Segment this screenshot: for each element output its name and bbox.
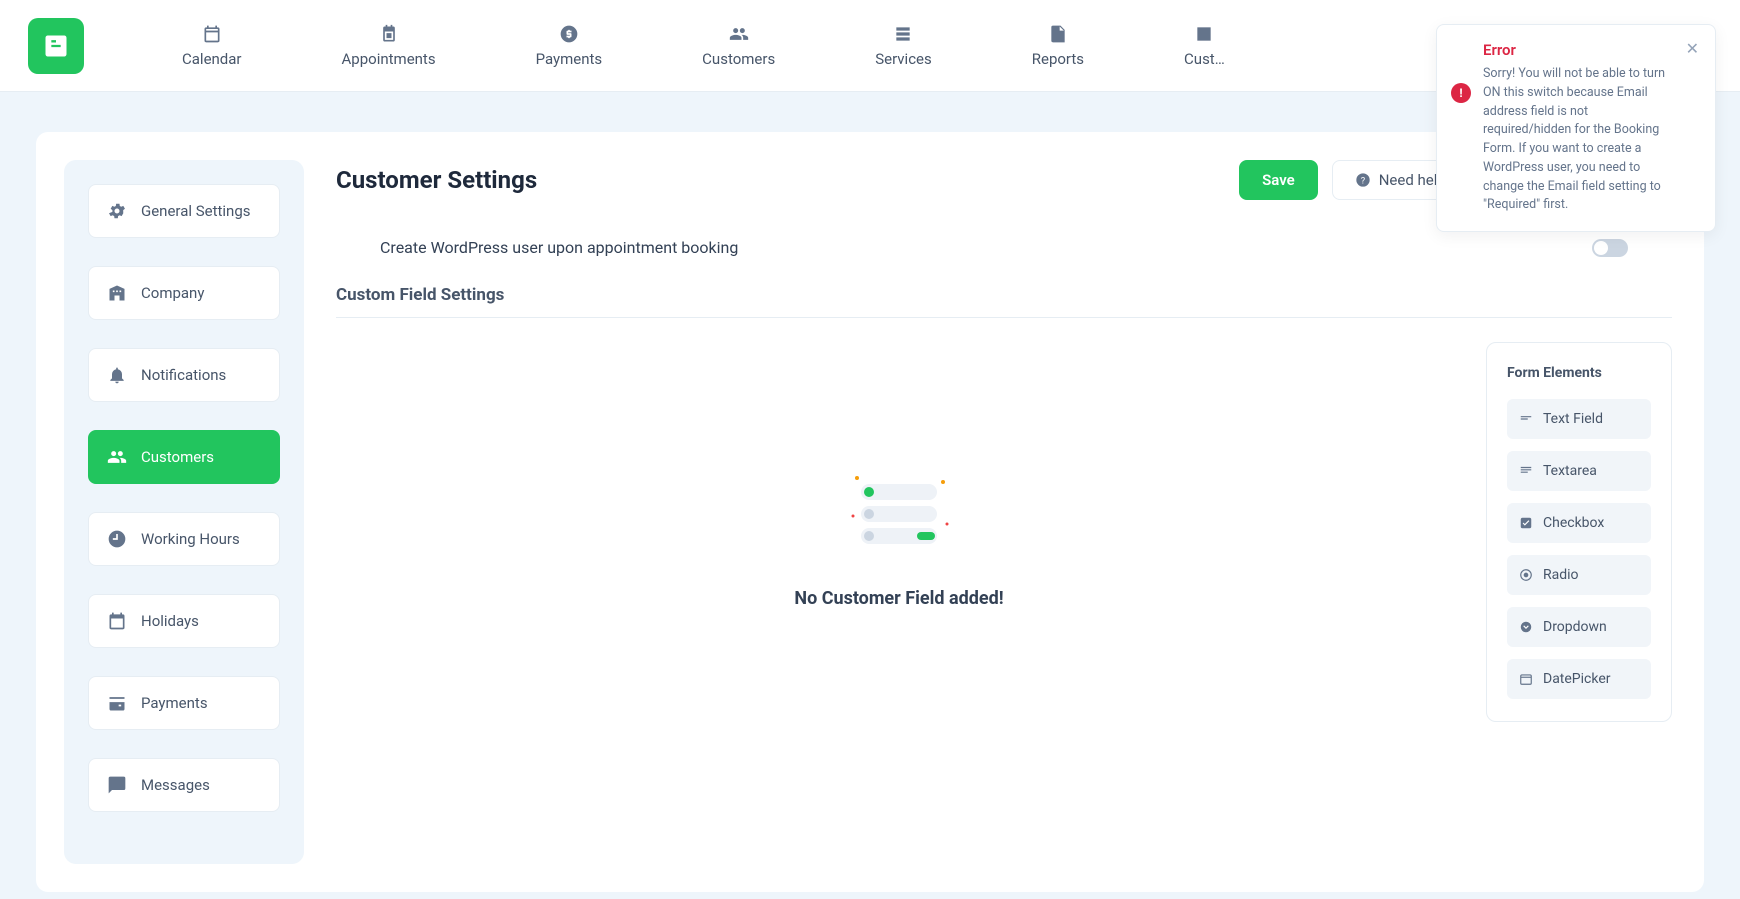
sidebar-item-label: Company bbox=[141, 284, 204, 302]
nav-customers[interactable]: Customers bbox=[702, 24, 775, 68]
holiday-icon bbox=[107, 611, 127, 631]
clock-icon bbox=[107, 529, 127, 549]
page-title: Customer Settings bbox=[336, 166, 537, 194]
fe-label: DatePicker bbox=[1543, 671, 1611, 687]
sidebar-item-company[interactable]: Company bbox=[88, 266, 280, 320]
sidebar-item-messages[interactable]: Messages bbox=[88, 758, 280, 812]
sidebar-item-customers[interactable]: Customers bbox=[88, 430, 280, 484]
event-icon bbox=[379, 24, 399, 44]
sidebar-item-label: Messages bbox=[141, 776, 210, 794]
form-elements-title: Form Elements bbox=[1507, 365, 1651, 381]
sidebar-item-label: General Settings bbox=[141, 202, 251, 220]
sidebar-item-notifications[interactable]: Notifications bbox=[88, 348, 280, 402]
sidebar-item-label: Notifications bbox=[141, 366, 226, 384]
nav-label: Appointments bbox=[342, 50, 436, 68]
form-element-text-field[interactable]: Text Field bbox=[1507, 399, 1651, 439]
textarea-icon bbox=[1519, 464, 1533, 478]
services-icon bbox=[893, 24, 913, 44]
logo-icon bbox=[42, 32, 70, 60]
toast-close-button[interactable]: ✕ bbox=[1686, 41, 1699, 215]
fe-label: Dropdown bbox=[1543, 619, 1607, 635]
datepicker-icon bbox=[1519, 672, 1533, 686]
setting-label: Create WordPress user upon appointment b… bbox=[380, 238, 738, 257]
empty-text: No Customer Field added! bbox=[794, 588, 1003, 609]
fe-label: Text Field bbox=[1543, 411, 1603, 427]
nav-calendar[interactable]: Calendar bbox=[182, 24, 242, 68]
message-icon bbox=[107, 775, 127, 795]
setting-create-wp-user: Create WordPress user upon appointment b… bbox=[336, 228, 1672, 285]
settings-sidebar: General Settings Company Notifications C… bbox=[64, 160, 304, 864]
sidebar-item-general-settings[interactable]: General Settings bbox=[88, 184, 280, 238]
form-elements-panel: Form Elements Text Field Textarea Checkb… bbox=[1486, 342, 1672, 722]
wallet-icon bbox=[107, 693, 127, 713]
form-element-checkbox[interactable]: Checkbox bbox=[1507, 503, 1651, 543]
error-icon: ! bbox=[1451, 83, 1471, 103]
nav-label: Reports bbox=[1032, 50, 1084, 68]
help-icon: ? bbox=[1355, 172, 1371, 188]
fe-label: Textarea bbox=[1543, 463, 1597, 479]
more-icon bbox=[1194, 24, 1214, 44]
nav-payments[interactable]: Payments bbox=[536, 24, 603, 68]
error-toast: ! Error Sorry! You will not be able to t… bbox=[1436, 24, 1716, 232]
radio-icon bbox=[1519, 568, 1533, 582]
checkbox-icon bbox=[1519, 516, 1533, 530]
sidebar-item-payments[interactable]: Payments bbox=[88, 676, 280, 730]
nav-label: Services bbox=[875, 50, 932, 68]
save-button[interactable]: Save bbox=[1239, 160, 1318, 200]
form-element-radio[interactable]: Radio bbox=[1507, 555, 1651, 595]
form-element-datepicker[interactable]: DatePicker bbox=[1507, 659, 1651, 699]
building-icon bbox=[107, 283, 127, 303]
nav-label: Cust… bbox=[1184, 50, 1225, 68]
toast-title: Error bbox=[1483, 41, 1674, 59]
sidebar-item-label: Working Hours bbox=[141, 530, 240, 548]
report-icon bbox=[1048, 24, 1068, 44]
custom-field-section-title: Custom Field Settings bbox=[336, 285, 1672, 318]
form-element-textarea[interactable]: Textarea bbox=[1507, 451, 1651, 491]
form-element-dropdown[interactable]: Dropdown bbox=[1507, 607, 1651, 647]
dropdown-icon bbox=[1519, 620, 1533, 634]
sidebar-item-holidays[interactable]: Holidays bbox=[88, 594, 280, 648]
calendar-icon bbox=[202, 24, 222, 44]
custom-fields-area: No Customer Field added! Form Elements T… bbox=[336, 342, 1672, 722]
nav-services[interactable]: Services bbox=[875, 24, 932, 68]
main-content: Customer Settings Save ? Need help? Feat… bbox=[332, 160, 1676, 864]
wp-user-toggle[interactable] bbox=[1592, 239, 1628, 257]
fe-label: Radio bbox=[1543, 567, 1579, 583]
nav-label: Customers bbox=[702, 50, 775, 68]
money-icon bbox=[559, 24, 579, 44]
sidebar-item-label: Payments bbox=[141, 694, 208, 712]
toast-message: Sorry! You will not be able to turn ON t… bbox=[1483, 65, 1674, 215]
nav-label: Payments bbox=[536, 50, 603, 68]
content-card: General Settings Company Notifications C… bbox=[36, 132, 1704, 892]
nav-appointments[interactable]: Appointments bbox=[342, 24, 436, 68]
empty-state: No Customer Field added! bbox=[336, 342, 1462, 722]
sidebar-item-label: Customers bbox=[141, 448, 214, 466]
nav-reports[interactable]: Reports bbox=[1032, 24, 1084, 68]
nav-label: Calendar bbox=[182, 50, 242, 68]
gear-icon bbox=[107, 201, 127, 221]
app-logo[interactable] bbox=[28, 18, 84, 74]
sidebar-item-label: Holidays bbox=[141, 612, 199, 630]
text-field-icon bbox=[1519, 412, 1533, 426]
sidebar-item-working-hours[interactable]: Working Hours bbox=[88, 512, 280, 566]
bell-icon bbox=[107, 365, 127, 385]
fe-label: Checkbox bbox=[1543, 515, 1604, 531]
save-label: Save bbox=[1262, 171, 1295, 189]
svg-text:?: ? bbox=[1361, 175, 1366, 186]
toast-body: Error Sorry! You will not be able to tur… bbox=[1483, 41, 1674, 215]
people-icon bbox=[107, 447, 127, 467]
empty-illustration-icon bbox=[839, 456, 959, 566]
nav-cust-truncated[interactable]: Cust… bbox=[1184, 24, 1225, 68]
people-icon bbox=[729, 24, 749, 44]
